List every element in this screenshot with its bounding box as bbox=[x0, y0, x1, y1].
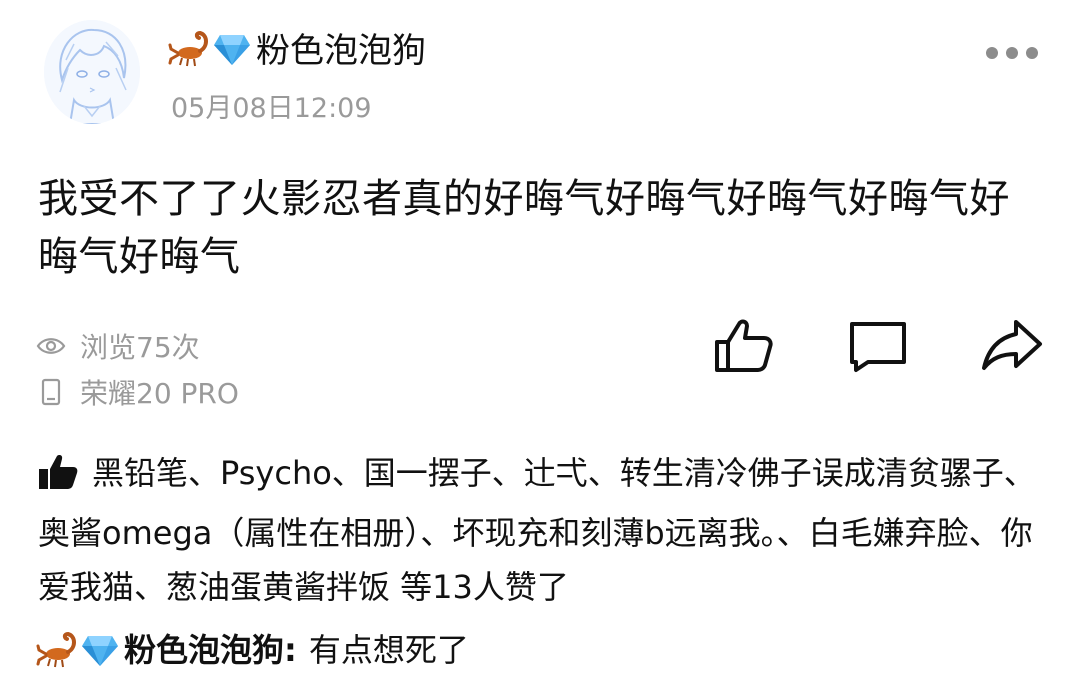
comment-bubble-icon bbox=[850, 322, 906, 372]
post-timestamp: 05月08日12:09 bbox=[171, 93, 372, 124]
like-button[interactable] bbox=[712, 316, 776, 376]
eye-icon bbox=[36, 338, 66, 354]
username[interactable]: 粉色泡泡狗 bbox=[256, 23, 426, 72]
scorpion-emoji-icon bbox=[168, 25, 212, 69]
username-row[interactable]: 粉色泡泡狗 bbox=[168, 22, 426, 72]
more-dot bbox=[1006, 47, 1018, 59]
more-dots-icon bbox=[986, 47, 998, 59]
scorpion-emoji-icon bbox=[36, 626, 80, 670]
share-arrow-icon bbox=[982, 320, 1042, 370]
likes-text[interactable]: 黑铅笔、Psycho、国一摆子、辻弌、转生清冷佛子误成清贫骡子、奥酱omega（… bbox=[38, 454, 1036, 606]
device-info: 荣耀20 PRO bbox=[36, 372, 239, 412]
comment-button[interactable] bbox=[846, 316, 910, 376]
share-button[interactable] bbox=[980, 316, 1044, 376]
view-count: 浏览75次 bbox=[36, 326, 200, 366]
gem-emoji-icon bbox=[212, 25, 252, 69]
device-text: 荣耀20 PRO bbox=[80, 377, 239, 410]
likes-list: 黑铅笔、Psycho、国一摆子、辻弌、转生清冷佛子误成清贫骡子、奥酱omega（… bbox=[38, 446, 1048, 614]
comment-author[interactable]: 粉色泡泡狗: bbox=[124, 625, 297, 671]
view-count-text: 浏览75次 bbox=[80, 331, 200, 364]
comment-item[interactable]: 粉色泡泡狗: 有点想死了 bbox=[36, 620, 469, 676]
thumbs-up-filled-icon bbox=[38, 452, 78, 506]
avatar[interactable] bbox=[44, 20, 140, 124]
more-dot bbox=[1026, 47, 1038, 59]
more-options-button[interactable] bbox=[982, 40, 1042, 66]
comment-text: 有点想死了 bbox=[308, 631, 469, 669]
phone-icon bbox=[41, 378, 61, 406]
post-content: 我受不了了火影忍者真的好晦气好晦气好晦气好晦气好晦气好晦气 bbox=[38, 176, 1010, 280]
thumbs-up-icon bbox=[715, 319, 773, 372]
gem-emoji-icon bbox=[80, 626, 120, 670]
